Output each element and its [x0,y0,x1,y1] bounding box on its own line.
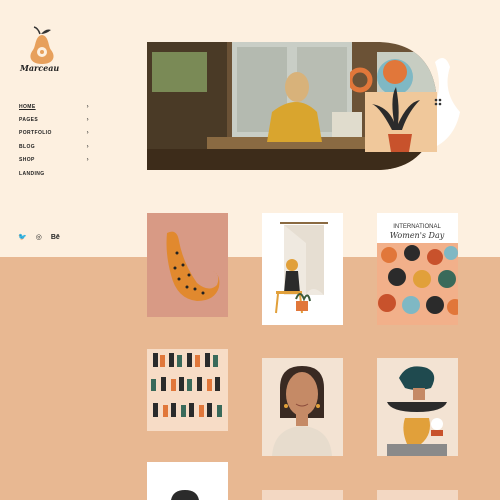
social-links: 🐦 ◎ Bē [18,233,60,242]
chevron-right-icon: › [86,143,89,150]
womens-day-subtitle: Women's Day [390,231,445,240]
artwork-portrait[interactable] [262,358,343,456]
nav-item-landing[interactable]: LANDING [19,167,89,180]
chevron-right-icon: › [86,157,89,164]
nav-label: HOME [19,103,36,110]
hero-plant-illustration [350,58,460,152]
womens-day-title: INTERNATIONAL [393,224,441,230]
nav-item-portfolio[interactable]: PORTFOLIO › [19,127,89,140]
chevron-right-icon: › [86,103,89,110]
artwork-partial-middle[interactable] [262,490,343,500]
nav-item-pages[interactable]: PAGES › [19,113,89,126]
nav-label: LANDING [19,170,45,177]
nav-item-shop[interactable]: SHOP › [19,154,89,167]
nav-item-blog[interactable]: BLOG › [19,140,89,153]
nav-label: BLOG [19,143,36,150]
dribbble-icon[interactable]: ◎ [36,233,42,241]
artwork-abstract-figure[interactable] [377,358,458,456]
artwork-crowd[interactable] [147,349,228,431]
nav-label: SHOP [19,157,35,164]
nav-item-home[interactable]: HOME › [19,100,89,113]
brand-name[interactable]: Marceau [20,63,59,73]
artwork-partial-right[interactable] [377,490,458,500]
chevron-right-icon: › [86,130,89,137]
artwork-womens-day[interactable]: INTERNATIONAL Women's Day [377,213,458,325]
nav-label: PAGES [19,117,39,124]
chevron-right-icon: › [86,117,89,124]
artwork-leopard[interactable] [147,213,228,317]
artwork-partial-left[interactable] [147,462,228,500]
twitter-icon[interactable]: 🐦 [18,233,27,241]
artwork-woman-window[interactable] [262,213,343,325]
main-nav: HOME › PAGES › PORTFOLIO › BLOG › SHOP ›… [19,100,89,180]
behance-icon[interactable]: Bē [51,234,60,241]
nav-label: PORTFOLIO [19,130,52,137]
